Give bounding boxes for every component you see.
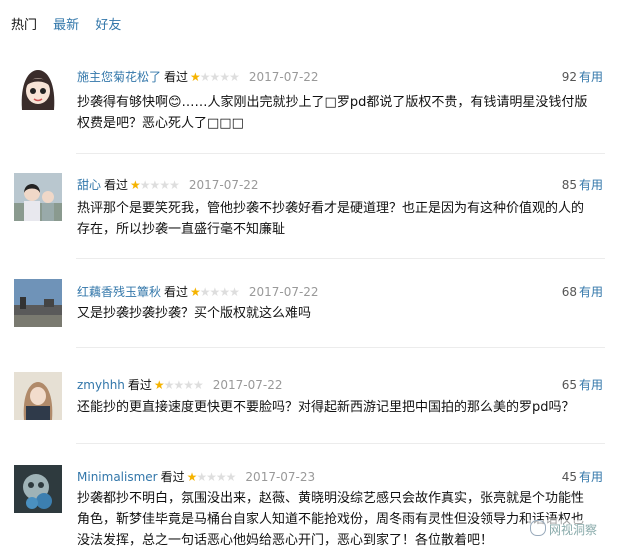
comment-date: 2017-07-22	[188, 178, 259, 192]
comment-text: 还能抄的更直接速度更快更不要脸吗？对得起新西游记里把中国拍的那么美的罗pd吗？	[77, 400, 575, 415]
divider	[76, 443, 605, 444]
avatar[interactable]	[14, 372, 62, 420]
watched-label: 看过	[164, 70, 189, 84]
rating-stars: ★★★★★	[186, 470, 237, 484]
tab-friends[interactable]: 好友	[95, 18, 121, 33]
rating-stars: ★★★★★	[190, 285, 240, 299]
comment-meta: zmyhhh 看过 ★★★★★ 2017-07-22	[77, 376, 282, 393]
comment-username[interactable]: 甜心	[77, 178, 101, 192]
useful-label: 有用	[578, 70, 603, 84]
comment-date: 2017-07-23	[245, 470, 316, 484]
comment-meta: 施主您菊花松了 看过 ★★★★★ 2017-07-22	[77, 68, 319, 85]
comment-text: 热评那个是要笑死我，管他抄袭不抄袭好看才是硬道理？也正是因为有这种价值观的人的存…	[77, 201, 585, 237]
tab-hot[interactable]: 热门	[11, 18, 37, 33]
watched-label: 看过	[160, 470, 185, 484]
vote-count: 45	[561, 470, 577, 484]
avatar[interactable]	[14, 279, 62, 327]
useful-votes[interactable]: 65 有用	[562, 376, 603, 393]
divider	[76, 153, 605, 154]
comment-meta: 甜心 看过 ★★★★★ 2017-07-22	[77, 176, 259, 193]
comment-username[interactable]: 施主您菊花松了	[77, 70, 161, 84]
comment-date: 2017-07-22	[248, 285, 319, 299]
divider	[76, 347, 605, 348]
comment-username[interactable]: zmyhhh	[77, 378, 125, 392]
avatar[interactable]	[14, 64, 62, 112]
avatar[interactable]	[14, 465, 62, 513]
rating-stars: ★★★★★	[153, 378, 204, 392]
tab-latest[interactable]: 最新	[53, 18, 79, 33]
rating-stars: ★★★★★	[130, 178, 180, 192]
useful-votes[interactable]: 45 有用	[562, 468, 603, 485]
wechat-logo-icon	[529, 520, 546, 536]
divider	[76, 258, 605, 259]
useful-votes[interactable]: 85 有用	[562, 176, 603, 193]
comment-username[interactable]: Minimalismer	[77, 470, 158, 484]
useful-votes[interactable]: 68 有用	[562, 283, 603, 300]
comment-tabs: 热门 最新 好友	[11, 14, 133, 33]
useful-label: 有用	[578, 378, 603, 392]
vote-count: 92	[561, 70, 577, 84]
watched-label: 看过	[127, 378, 152, 392]
useful-label: 有用	[578, 178, 603, 192]
avatar[interactable]	[14, 173, 62, 221]
useful-label: 有用	[578, 470, 603, 484]
watched-label: 看过	[164, 285, 189, 299]
comment-date: 2017-07-22	[212, 378, 283, 392]
useful-label: 有用	[578, 285, 603, 299]
watermark: 网视洞察	[527, 520, 599, 538]
vote-count: 85	[561, 178, 577, 192]
comment-text: 又是抄袭抄袭抄袭？买个版权就这么难吗	[77, 306, 312, 321]
vote-count: 65	[561, 378, 577, 392]
comment-username[interactable]: 红藕香残玉簟秋	[77, 285, 161, 299]
comment-meta: Minimalismer 看过 ★★★★★ 2017-07-23	[77, 468, 315, 485]
comment-text: 抄袭都抄不明白，氛围没出来，赵薇、黄晓明没综艺感只会故作真实，张亮就是个功能性角…	[77, 491, 585, 548]
comment-meta: 红藕香残玉簟秋 看过 ★★★★★ 2017-07-22	[77, 283, 319, 300]
comment-date: 2017-07-22	[248, 70, 319, 84]
watermark-text: 网视洞察	[548, 523, 597, 537]
watched-label: 看过	[104, 178, 129, 192]
useful-votes[interactable]: 92 有用	[562, 68, 603, 85]
rating-stars: ★★★★★	[190, 70, 240, 84]
comment-text: 抄袭得有够快啊😊……人家刚出完就抄上了□罗pd都说了版权不贵，有钱请明星没钱付版…	[77, 95, 588, 131]
vote-count: 68	[561, 285, 577, 299]
